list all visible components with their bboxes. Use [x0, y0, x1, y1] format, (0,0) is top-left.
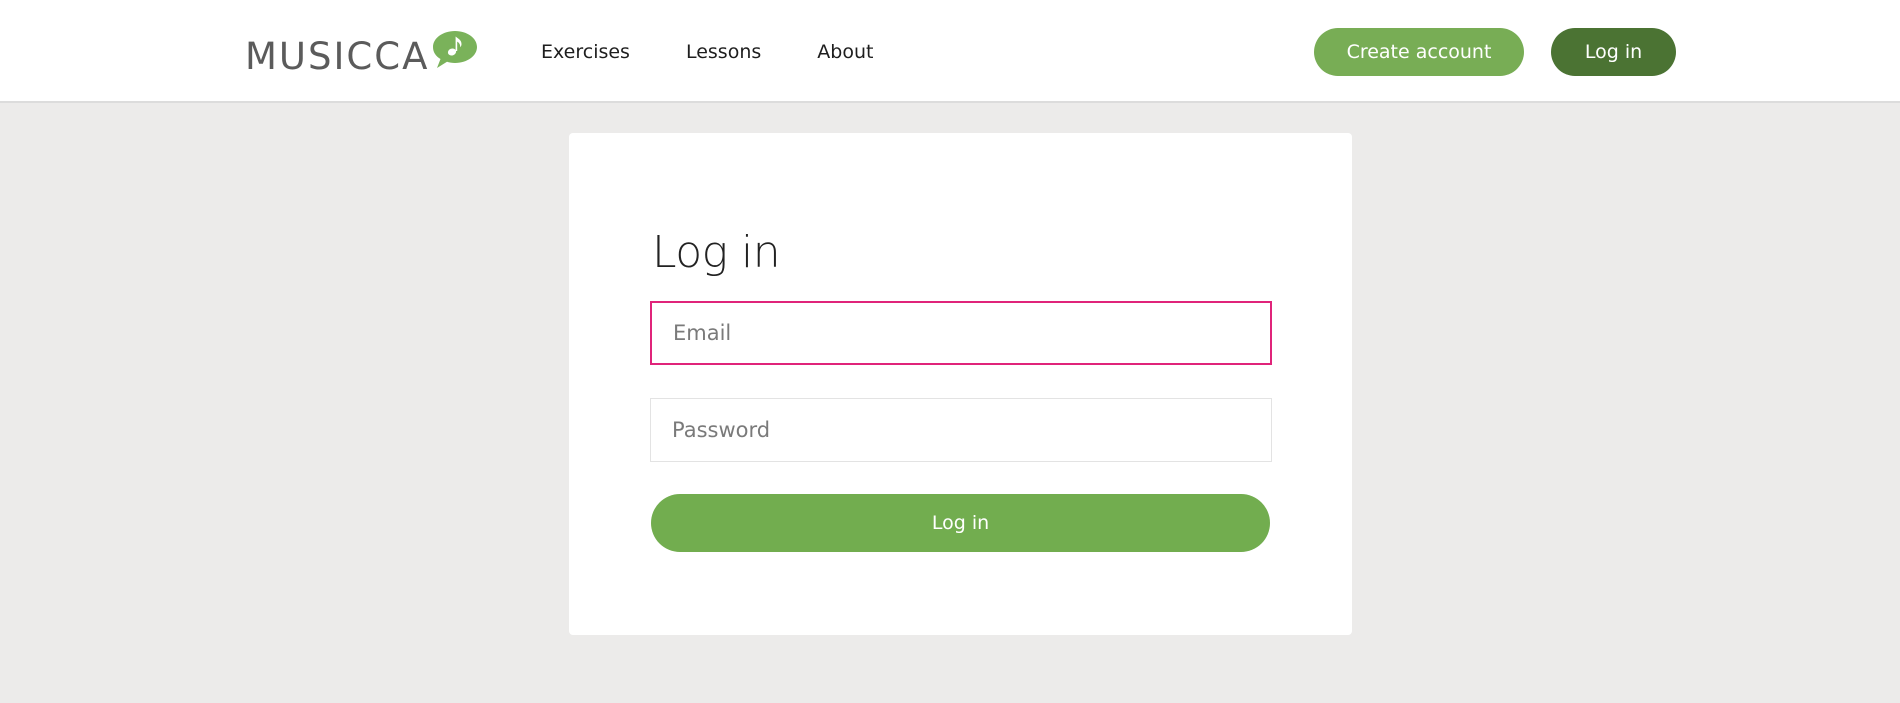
music-note-bubble-icon — [433, 31, 478, 68]
nav-item-about[interactable]: About — [817, 38, 873, 66]
page-title: Log in — [652, 227, 781, 278]
site-header: MUSICCA Exercises Lessons About Create a… — [0, 0, 1900, 103]
brand-wordmark: MUSICCA — [245, 35, 430, 78]
nav-item-lessons[interactable]: Lessons — [686, 38, 761, 66]
password-field[interactable] — [650, 398, 1272, 462]
main-nav: Exercises Lessons About — [541, 38, 929, 66]
create-account-button[interactable]: Create account — [1314, 28, 1524, 76]
login-card: Log in Log in — [569, 133, 1352, 635]
header-login-button[interactable]: Log in — [1551, 28, 1676, 76]
brand-logo-link[interactable]: MUSICCA — [245, 28, 479, 78]
login-submit-button[interactable]: Log in — [651, 494, 1270, 552]
nav-item-exercises[interactable]: Exercises — [541, 38, 630, 66]
email-field[interactable] — [650, 301, 1272, 365]
